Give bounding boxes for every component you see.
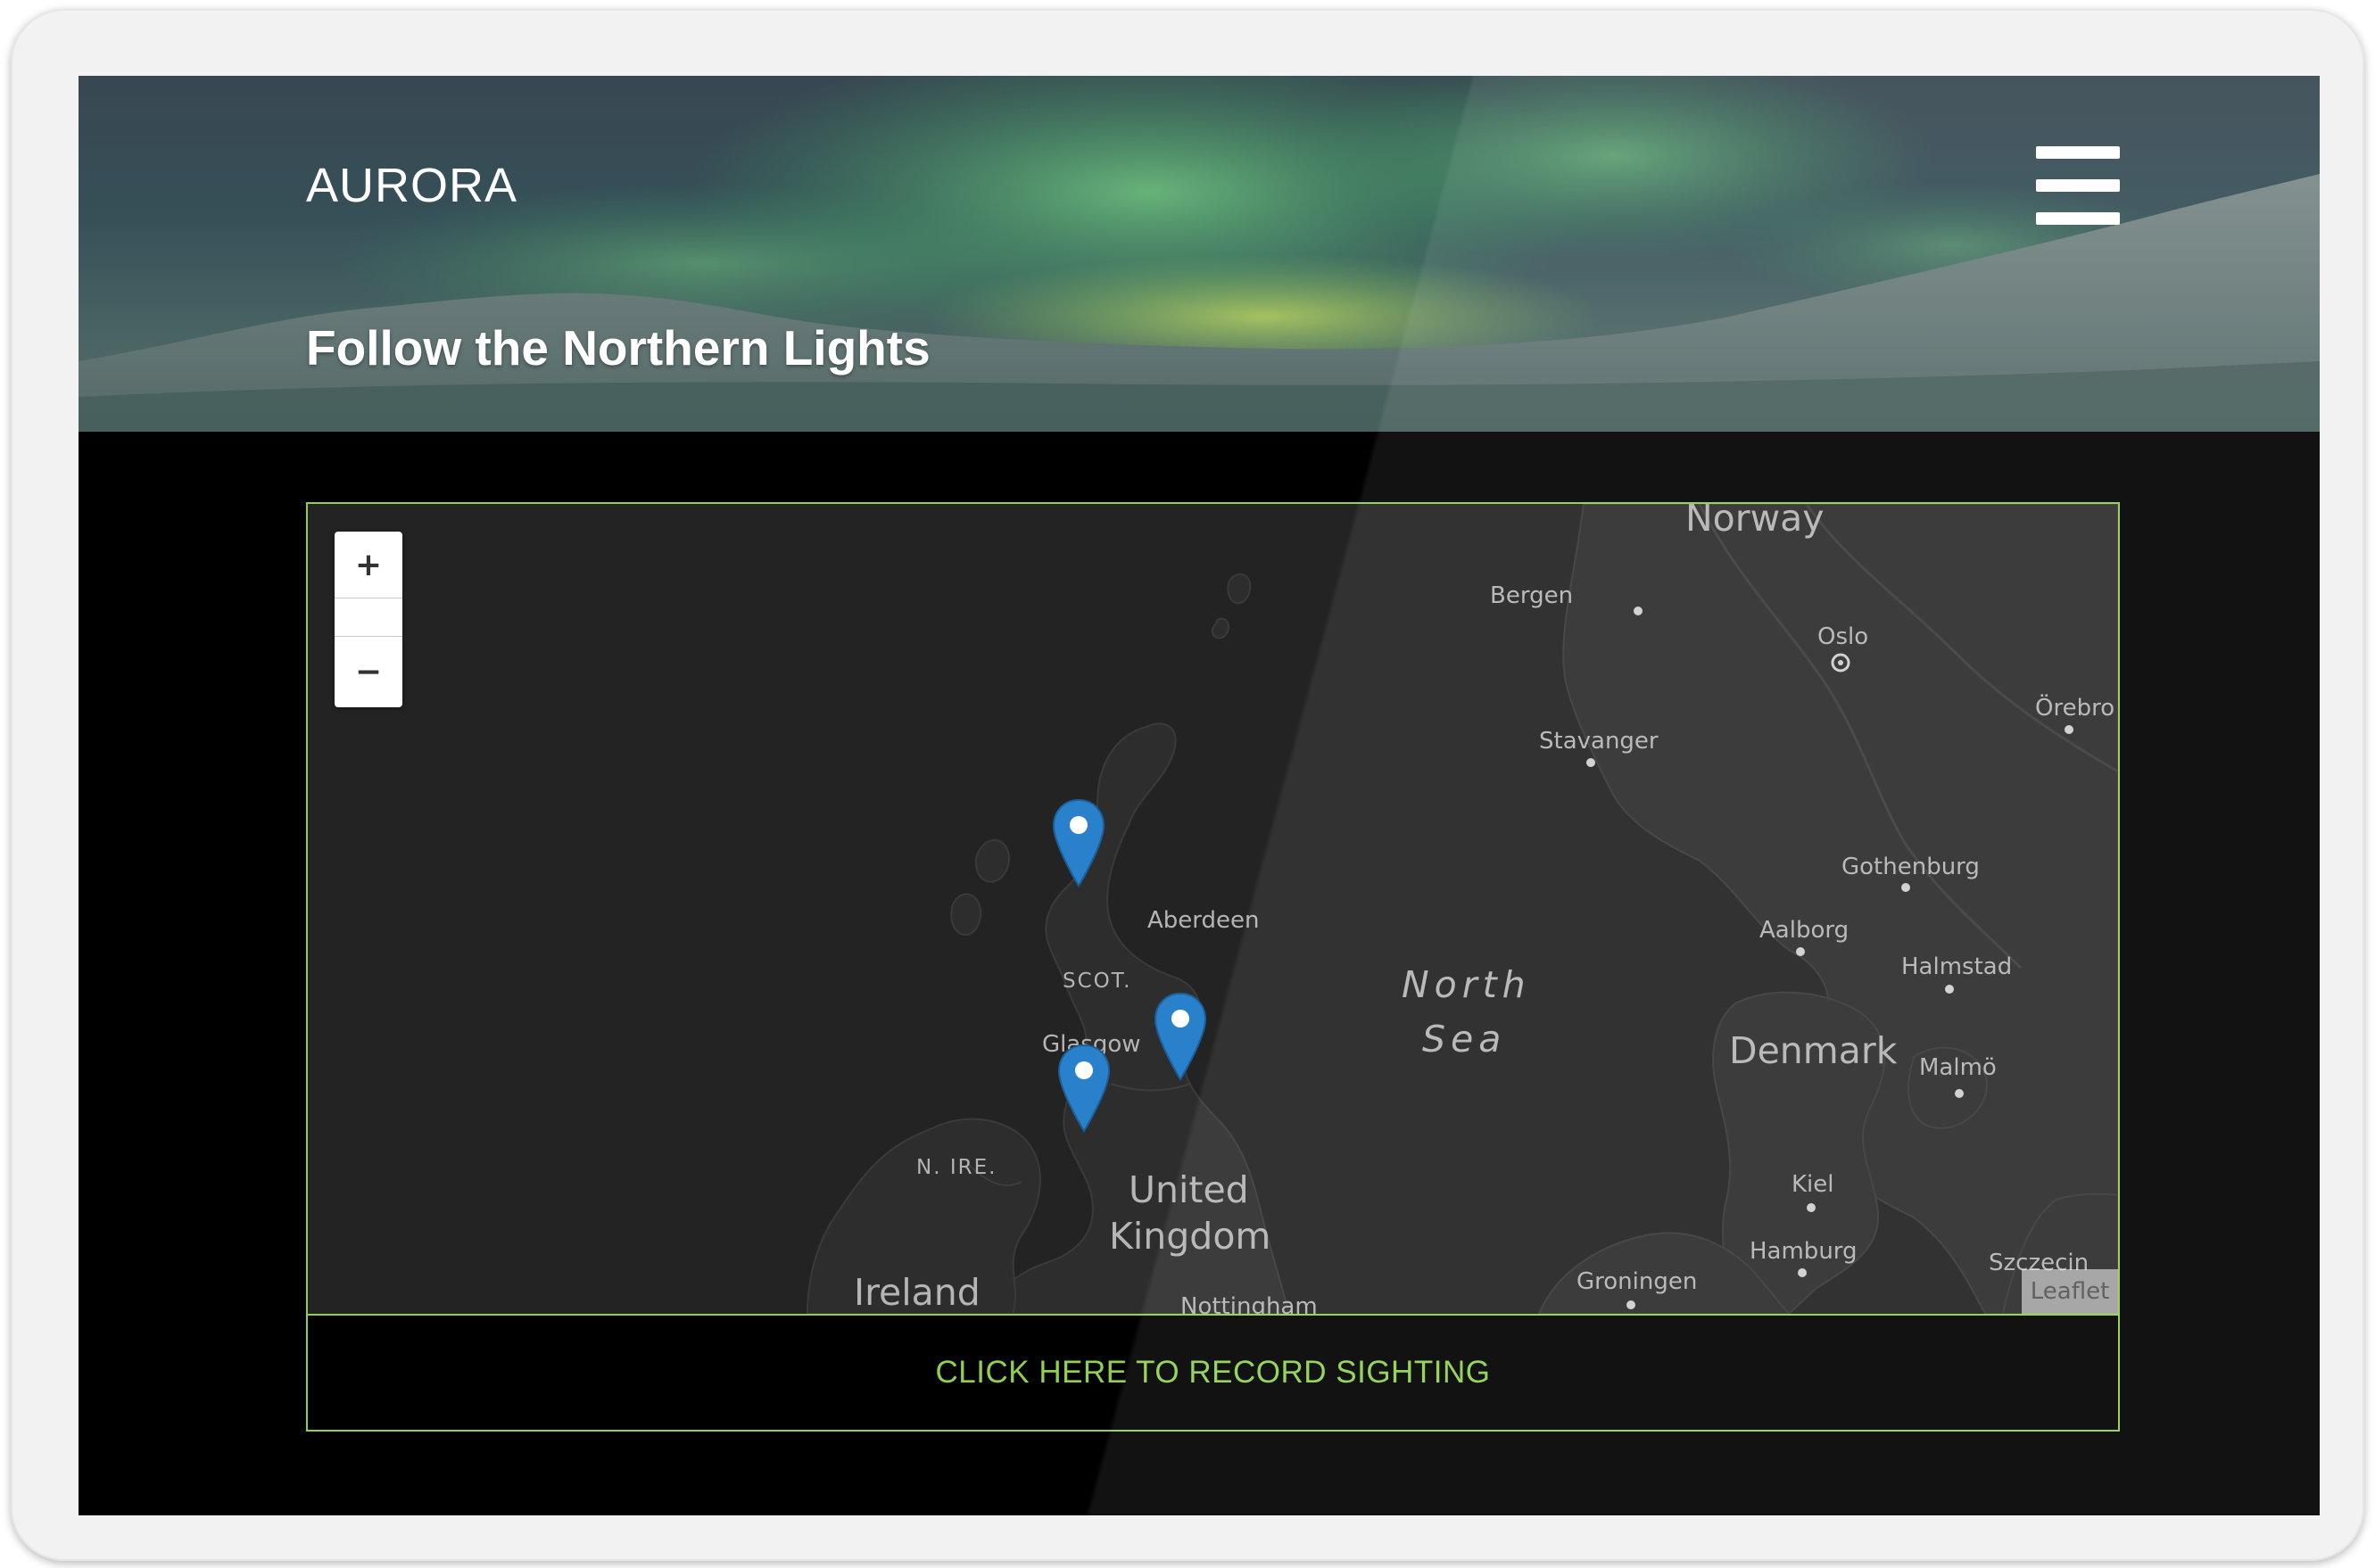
brand-logo[interactable]: AURORA: [306, 158, 517, 213]
map-label-nottingham: Nottingham: [1180, 1293, 1318, 1316]
map-pin-icon[interactable]: [1055, 1044, 1113, 1133]
map-label-denmark: Denmark: [1729, 1029, 1898, 1072]
map-label-groningen: Groningen: [1576, 1268, 1698, 1295]
map-label-bergen: Bergen: [1490, 582, 1574, 609]
zoom-divider: [335, 636, 402, 637]
map-label-orebro: Örebro: [2035, 695, 2115, 722]
record-sighting-button[interactable]: CLICK HERE TO RECORD SIGHTING: [306, 1314, 2120, 1432]
zoom-in-button[interactable]: +: [335, 532, 402, 598]
map-label-gothenburg: Gothenburg: [1841, 854, 1980, 880]
map-label-aalborg: Aalborg: [1759, 917, 1850, 944]
map-label-halmstad: Halmstad: [1901, 953, 2013, 980]
map-label-stavanger: Stavanger: [1539, 728, 1659, 755]
map-label-n-ire: N. IRE.: [916, 1156, 997, 1179]
map-label-aberdeen: Aberdeen: [1147, 907, 1260, 934]
map-label-norway: Norway: [1685, 502, 1825, 540]
hamburger-icon[interactable]: [2036, 146, 2120, 225]
device-frame: AURORA Follow the Northern Lights Norway…: [11, 9, 2364, 1561]
map-label-kiel: Kiel: [1792, 1171, 1834, 1198]
map-attribution-link[interactable]: Leaflet: [2022, 1269, 2118, 1314]
sightings-map[interactable]: Norway Bergen Oslo Örebro Stavanger Goth…: [306, 502, 2120, 1316]
hero-header: AURORA Follow the Northern Lights: [79, 76, 2320, 432]
map-label-oslo: Oslo: [1817, 623, 1869, 650]
map-pin-icon[interactable]: [1050, 798, 1107, 887]
map-label-malmo: Malmö: [1919, 1054, 1997, 1081]
zoom-out-button[interactable]: −: [335, 639, 402, 705]
hero-overlay: [79, 76, 2320, 432]
screen: AURORA Follow the Northern Lights Norway…: [79, 76, 2320, 1515]
map-label-kingdom: Kingdom: [1109, 1215, 1271, 1258]
page-title: Follow the Northern Lights: [306, 320, 931, 375]
map-label-north: North: [1402, 963, 1531, 1006]
map-label-hamburg: Hamburg: [1750, 1238, 1858, 1265]
map-label-scot: SCOT.: [1063, 970, 1132, 993]
map-label-ireland: Ireland: [854, 1271, 981, 1314]
map-pin-icon[interactable]: [1152, 992, 1209, 1081]
map-label-sea: Sea: [1422, 1018, 1507, 1060]
zoom-control: + −: [335, 532, 402, 707]
map-label-united: United: [1129, 1168, 1249, 1211]
